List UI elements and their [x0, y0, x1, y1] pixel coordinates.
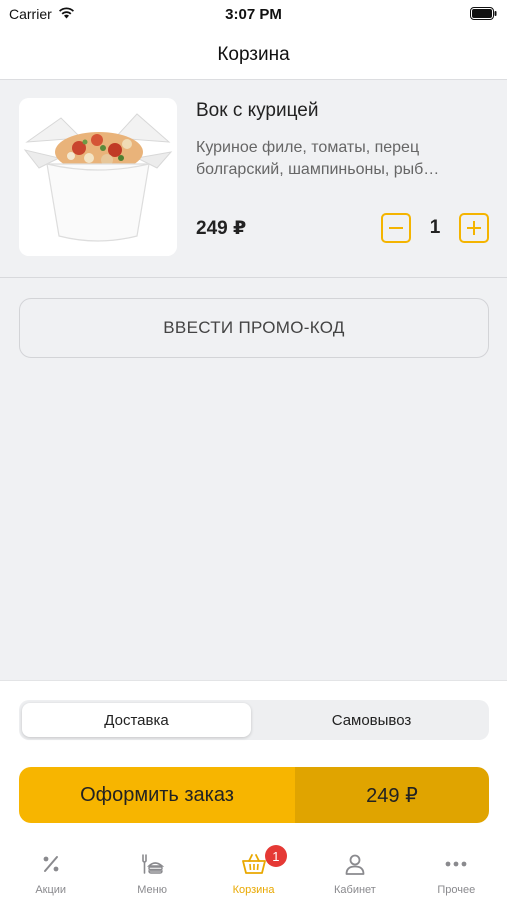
tab-bar: Акции Меню 1 Корзина Кабинет Прочее — [0, 838, 507, 900]
item-description: Куриное филе, томаты, перец болгарский, … — [196, 137, 492, 181]
basket-icon — [240, 850, 268, 878]
promo-code-label: ВВЕСТИ ПРОМО-КОД — [163, 318, 345, 337]
status-bar: Carrier 3:07 PM — [0, 0, 507, 30]
navigation-bar: Корзина — [0, 30, 507, 80]
battery-icon — [470, 7, 497, 25]
pickup-option[interactable]: Самовывоз — [257, 703, 486, 737]
tab-label: Меню — [137, 884, 167, 896]
increase-quantity-button[interactable] — [459, 213, 489, 243]
cart-count-badge: 1 — [264, 845, 287, 867]
promo-code-button[interactable]: ВВЕСТИ ПРОМО-КОД — [19, 298, 489, 358]
tab-label: Прочее — [437, 884, 476, 896]
item-description-line: Куриное филе, томаты, перец — [196, 139, 420, 156]
checkout-total: 249 ₽ — [295, 767, 489, 823]
wok-box-image[interactable] — [19, 98, 177, 256]
minus-icon — [389, 227, 403, 229]
page-title: Корзина — [217, 43, 290, 65]
delivery-method-selector: Доставка Самовывоз — [19, 700, 489, 740]
quantity-value: 1 — [429, 217, 441, 238]
delivery-option[interactable]: Доставка — [22, 703, 251, 737]
tab-promotions[interactable]: Акции — [0, 838, 101, 900]
checkout-button[interactable]: Оформить заказ 249 ₽ — [19, 767, 489, 823]
tab-menu[interactable]: Меню — [101, 838, 202, 900]
tab-label: Акции — [35, 884, 67, 896]
item-price: 249 ₽ — [196, 218, 247, 239]
menu-food-icon — [138, 850, 166, 878]
cart-item: Вок с курицей Куриное филе, томаты, пере… — [0, 81, 507, 278]
tab-label: Корзина — [232, 884, 275, 896]
tab-account[interactable]: Кабинет — [304, 838, 405, 900]
plus-icon — [467, 221, 481, 235]
item-description-line: болгарский, шампиньоны, рыб… — [196, 161, 440, 178]
percent-icon — [37, 850, 65, 878]
tab-label: Кабинет — [334, 884, 376, 896]
checkout-label: Оформить заказ — [19, 767, 295, 823]
decrease-quantity-button[interactable] — [381, 213, 411, 243]
more-icon — [442, 850, 470, 878]
item-name: Вок с курицей — [196, 100, 319, 121]
tab-cart[interactable]: 1 Корзина — [203, 838, 304, 900]
tab-more[interactable]: Прочее — [406, 838, 507, 900]
status-time: 3:07 PM — [225, 6, 282, 23]
user-icon — [341, 850, 369, 878]
